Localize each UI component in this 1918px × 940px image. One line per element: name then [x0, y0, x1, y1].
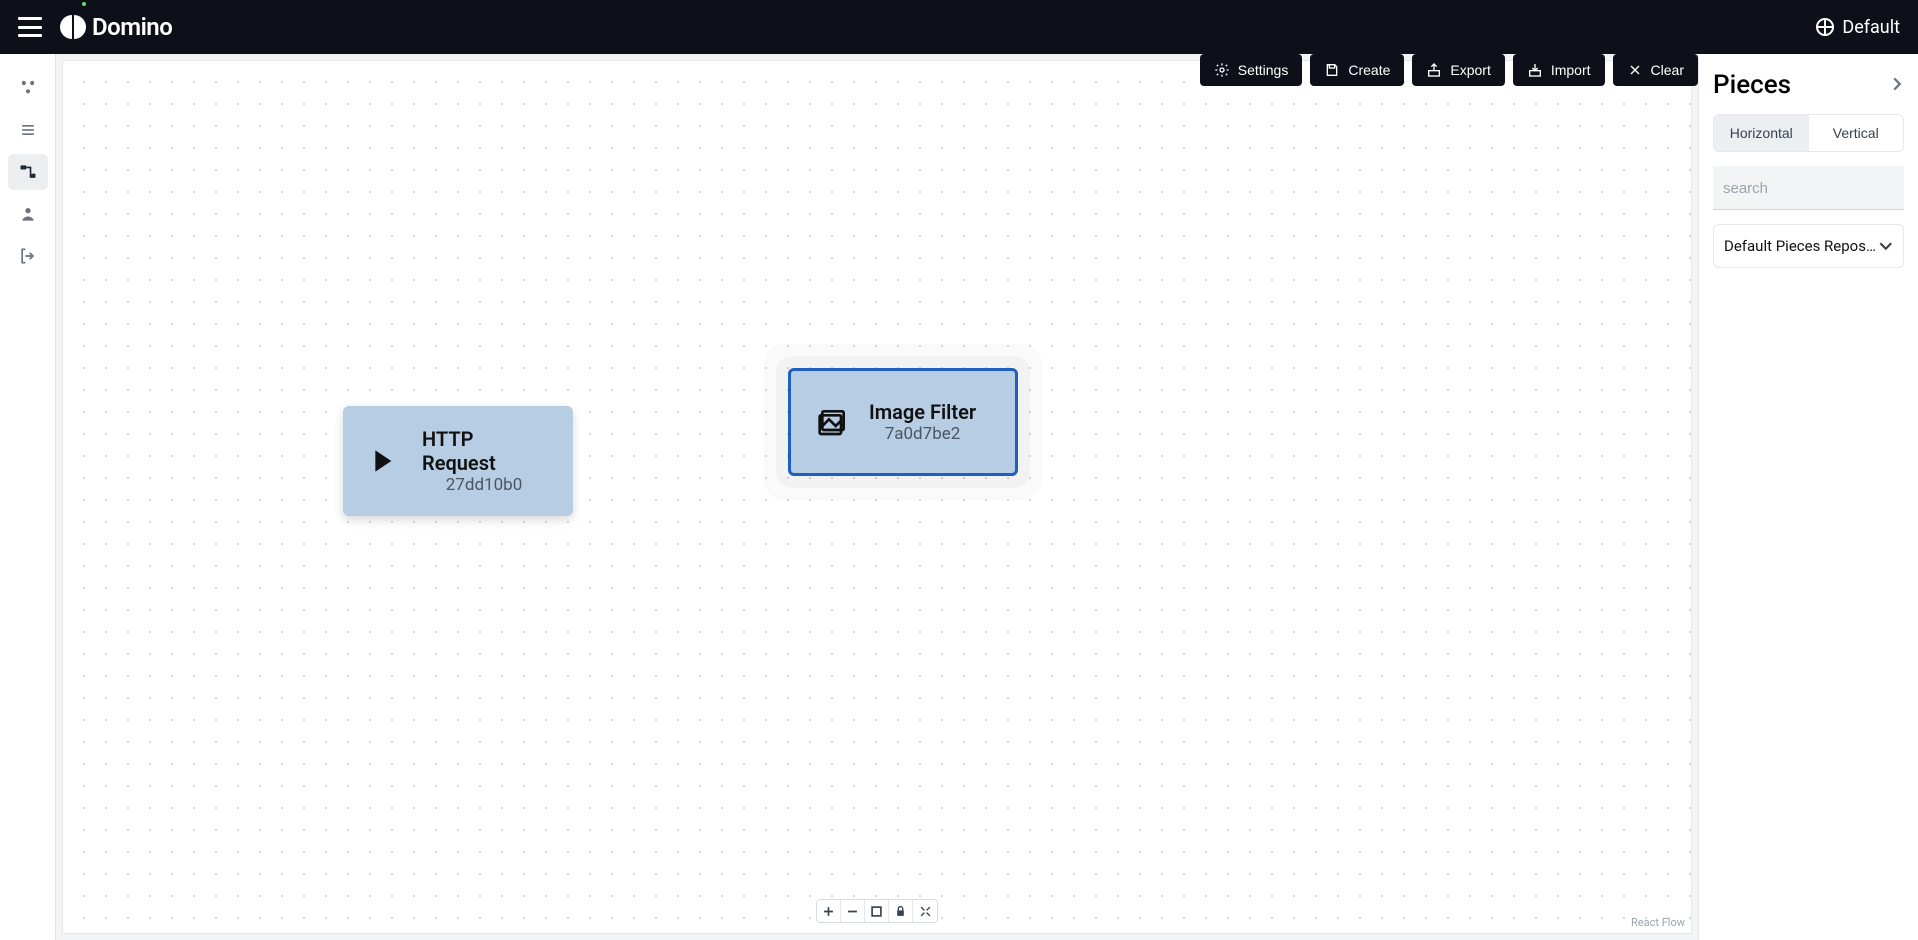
rail-item-list[interactable]	[8, 112, 48, 148]
user-icon	[18, 204, 38, 224]
canvas-toolbar: Settings Create Export Import Clear	[1200, 54, 1698, 86]
rail-item-user[interactable]	[8, 196, 48, 232]
brand-mark-icon	[60, 15, 86, 39]
dot-grid	[63, 61, 1691, 933]
plus-icon	[823, 906, 834, 917]
chevron-right-icon	[1890, 77, 1904, 91]
tab-vertical[interactable]: Vertical	[1809, 115, 1904, 151]
lock-button[interactable]	[889, 900, 913, 922]
create-button[interactable]: Create	[1310, 54, 1404, 86]
close-icon	[1627, 62, 1643, 78]
export-button[interactable]: Export	[1412, 54, 1504, 86]
fit-view-button[interactable]	[865, 900, 889, 922]
create-label: Create	[1348, 62, 1390, 78]
main-row: Settings Create Export Import Clear	[0, 54, 1918, 940]
panel-header: Pieces	[1713, 70, 1904, 100]
lock-icon	[895, 906, 906, 917]
rail-item-workflows[interactable]	[8, 70, 48, 106]
search-input[interactable]	[1723, 180, 1894, 197]
node-title: HTTP Request	[422, 427, 546, 475]
orientation-tabs: Horizontal Vertical	[1713, 114, 1904, 152]
node-title: Image Filter	[869, 400, 976, 424]
node-labels: HTTP Request 27dd10b0	[422, 427, 546, 495]
rail-item-logout[interactable]	[8, 238, 48, 274]
panel-title: Pieces	[1713, 70, 1791, 100]
clear-button[interactable]: Clear	[1613, 54, 1698, 86]
flow-canvas[interactable]: HTTP Request 27dd10b0 Image Filter 7a0d7…	[62, 60, 1692, 934]
settings-button[interactable]: Settings	[1200, 54, 1303, 86]
search-field[interactable]	[1713, 166, 1904, 210]
brand-dot-icon	[82, 2, 86, 6]
node-labels: Image Filter 7a0d7be2	[869, 400, 976, 444]
repository-select[interactable]: Default Pieces Reposit…	[1713, 224, 1904, 268]
export-label: Export	[1450, 62, 1490, 78]
minus-icon	[847, 906, 858, 917]
logout-icon	[18, 246, 38, 266]
node-id: 7a0d7be2	[885, 424, 961, 444]
collapse-panel-button[interactable]	[1890, 76, 1904, 95]
globe-icon	[1816, 18, 1834, 36]
flow-icon	[18, 162, 38, 182]
node-image-filter[interactable]: Image Filter 7a0d7be2	[788, 368, 1018, 476]
brand-name: Domino	[92, 13, 172, 41]
gear-icon	[1214, 62, 1230, 78]
fit-icon	[871, 906, 882, 917]
repository-selected: Default Pieces Reposit…	[1724, 237, 1879, 255]
brand-logo[interactable]: Domino	[60, 13, 172, 41]
workspace-name: Default	[1842, 17, 1900, 38]
canvas-mini-controls	[816, 899, 938, 923]
workspace-switcher[interactable]: Default	[1816, 17, 1900, 38]
chevron-down-icon	[1879, 239, 1893, 253]
topbar: Domino Default	[0, 0, 1918, 54]
left-rail	[0, 54, 56, 940]
settings-label: Settings	[1238, 62, 1289, 78]
clear-label: Clear	[1651, 62, 1684, 78]
tab-horizontal[interactable]: Horizontal	[1714, 115, 1809, 151]
import-label: Import	[1551, 62, 1591, 78]
import-button[interactable]: Import	[1513, 54, 1605, 86]
zoom-out-button[interactable]	[841, 900, 865, 922]
zoom-in-button[interactable]	[817, 900, 841, 922]
node-http-request[interactable]: HTTP Request 27dd10b0	[343, 406, 573, 516]
import-icon	[1527, 62, 1543, 78]
export-icon	[1426, 62, 1442, 78]
nodes-icon	[18, 78, 38, 98]
image-icon	[817, 406, 849, 438]
pieces-panel: Pieces Horizontal Vertical Default Piece…	[1698, 54, 1918, 940]
collapse-button[interactable]	[913, 900, 937, 922]
save-icon	[1324, 62, 1340, 78]
canvas-area: Settings Create Export Import Clear	[56, 54, 1698, 940]
list-icon	[18, 120, 38, 140]
canvas-attribution: React Flow	[1631, 916, 1685, 929]
rail-item-editor[interactable]	[8, 154, 48, 190]
collapse-icon	[920, 906, 931, 917]
node-id: 27dd10b0	[446, 475, 523, 495]
topbar-left: Domino	[18, 13, 172, 41]
menu-icon[interactable]	[18, 17, 42, 37]
terminal-icon	[370, 445, 402, 477]
